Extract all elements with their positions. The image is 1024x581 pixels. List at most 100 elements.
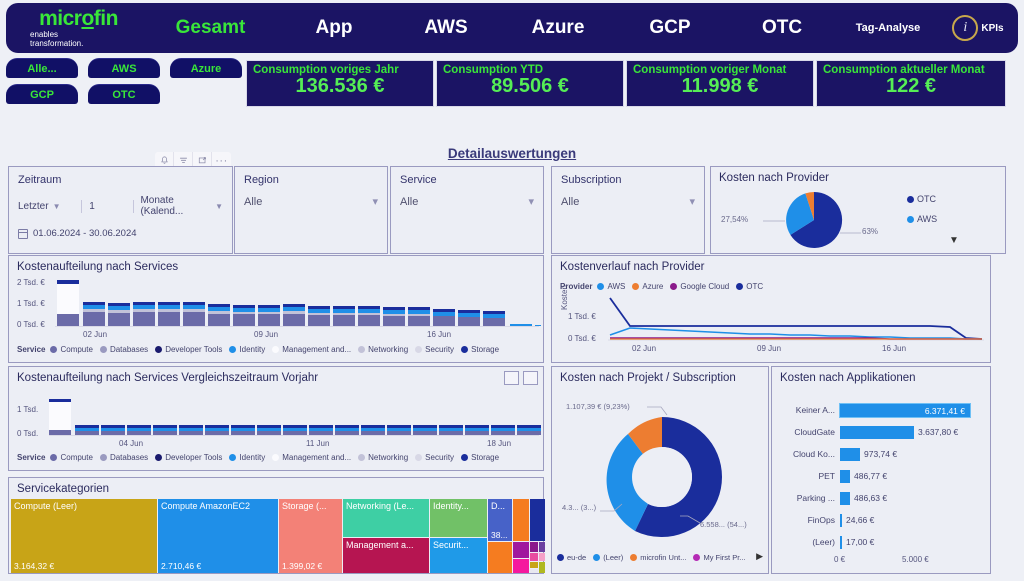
nav-item-gesamt[interactable]: Gesamt	[143, 13, 278, 43]
legend-item-storage[interactable]: Storage	[461, 453, 499, 462]
legend-item-azure[interactable]: Azure	[632, 282, 663, 291]
legend-item-aws[interactable]: AWS	[597, 282, 625, 291]
chevron-right-icon[interactable]: ▶	[756, 551, 763, 562]
pill-aws[interactable]: AWS	[88, 58, 160, 78]
legend-title: Service	[17, 453, 46, 462]
legend-item-compute[interactable]: Compute	[50, 345, 93, 354]
pill-alle[interactable]: Alle...	[6, 58, 78, 78]
nav-item-gcp[interactable]: GCP	[614, 13, 726, 43]
donut-leader-eu-de	[680, 515, 701, 524]
treemap-cell-compute-amazonec2[interactable]: Compute AmazonEC2 2.710,46 €	[158, 499, 278, 573]
region-select[interactable]: Alle ▾	[244, 195, 378, 209]
legend-item-microfin[interactable]: microfin Unt...	[630, 553, 686, 562]
nav-item-otc[interactable]: OTC	[726, 13, 838, 43]
filter-card-zeitraum[interactable]: Zeitraum Letzter ▼ 1 Monate (Kalend... ▼…	[8, 166, 233, 254]
treemap-cell-small-8[interactable]	[530, 553, 538, 561]
legend-label: My First Pr...	[703, 553, 746, 562]
provider-line-chart[interactable]	[608, 296, 984, 341]
treemap-cell-small-9[interactable]	[530, 562, 538, 568]
treemap-cell-small-11[interactable]	[539, 553, 545, 561]
filter-card-region[interactable]: Region Alle ▾	[234, 166, 388, 254]
legend-label: Security	[425, 453, 455, 462]
app-value: 3.637,80 €	[918, 427, 959, 437]
legend-item-developer-tools[interactable]: Developer Tools	[155, 345, 222, 354]
app-value: 486,63 €	[854, 493, 888, 503]
treemap-cell-small-10[interactable]	[530, 569, 538, 573]
vorjahr-stacked-bar-chart[interactable]	[49, 397, 541, 436]
legend-item-identity[interactable]: Identity	[229, 453, 265, 462]
legend-item-networking[interactable]: Networking	[358, 345, 408, 354]
app-row-cloudgate[interactable]: CloudGate 3.637,80 €	[778, 425, 988, 439]
treemap-cell-compute-leer[interactable]: Compute (Leer) 3.164,32 €	[11, 499, 157, 573]
pill-otc[interactable]: OTC	[88, 84, 160, 104]
treemap-cell-identity[interactable]: Identity...	[430, 499, 487, 537]
app-row-keiner[interactable]: Keiner A... 6.371,41 €	[778, 402, 988, 418]
zeitraum-count-input[interactable]: 1	[89, 201, 125, 212]
legend-item-databases[interactable]: Databases	[99, 453, 148, 462]
legend-swatch	[272, 346, 280, 353]
kpi-card-voriger-monat[interactable]: Consumption voriger Monat 11.998 €	[626, 60, 814, 107]
treemap-cell-small-2[interactable]	[513, 499, 529, 541]
treemap-cell-security[interactable]: Securit...	[430, 538, 487, 573]
legend-item-security[interactable]: Security	[415, 345, 454, 354]
legend-item-management[interactable]: Management and...	[272, 453, 351, 462]
treemap-cell-small-4[interactable]	[513, 559, 529, 573]
treemap-cell-small-6[interactable]	[530, 542, 538, 552]
nav-item-tag-analyse[interactable]: Tag-Analyse	[838, 22, 938, 34]
app-row-cloud-ko[interactable]: Cloud Ko... 973,74 €	[778, 447, 988, 461]
legend-item-leer[interactable]: (Leer)	[593, 553, 623, 562]
legend-item-google-cloud[interactable]: Google Cloud	[670, 282, 729, 291]
legend-item-databases[interactable]: Databases	[99, 345, 148, 354]
service-select[interactable]: Alle ▾	[400, 195, 534, 209]
services-stacked-bar-chart[interactable]	[55, 280, 541, 327]
treemap-cell-d[interactable]: D... 38...	[488, 499, 512, 541]
filter-card-service[interactable]: Service Alle ▾	[390, 166, 544, 254]
more-options-icon[interactable]	[523, 371, 538, 385]
legend-item-networking[interactable]: Networking	[358, 453, 408, 462]
legend-item-developer-tools[interactable]: Developer Tools	[155, 453, 222, 462]
treemap-cell-storage[interactable]: Storage (... 1.399,02 €	[279, 499, 342, 573]
panel-kosten-nach-provider: Kosten nach Provider 27,54% 63% OTC AWS …	[710, 166, 1006, 254]
app-row-leer[interactable]: (Leer) 17,00 €	[778, 535, 988, 549]
app-row-pet[interactable]: PET 486,77 €	[778, 469, 988, 483]
legend-swatch	[99, 346, 107, 353]
treemap-cell-small-1[interactable]	[488, 542, 512, 573]
pie-legend-item-otc[interactable]: OTC	[907, 194, 936, 204]
kpi-card-aktueller-monat[interactable]: Consumption aktueller Monat 122 €	[816, 60, 1006, 107]
legend-item-storage[interactable]: Storage	[461, 345, 499, 354]
pie-legend-item-aws[interactable]: AWS	[907, 214, 937, 224]
brand-logo[interactable]: microfin enables transformation.	[6, 8, 143, 49]
nav-item-app[interactable]: App	[278, 13, 390, 43]
kpi-card-voriges-jahr[interactable]: Consumption voriges Jahr 136.536 €	[246, 60, 434, 107]
kpi-nav-group[interactable]: i KPIs	[938, 15, 1018, 41]
kpi-card-ytd[interactable]: Consumption YTD 89.506 €	[436, 60, 624, 107]
legend-label: Networking	[368, 453, 409, 462]
nav-item-aws[interactable]: AWS	[390, 13, 502, 43]
legend-item-compute[interactable]: Compute	[50, 453, 93, 462]
legend-item-eu-de[interactable]: eu-de	[557, 553, 586, 562]
treemap-cell-management[interactable]: Management a...	[343, 538, 429, 573]
zeitraum-relation-select[interactable]: Letzter ▼	[18, 201, 74, 212]
legend-item-management[interactable]: Management and...	[272, 345, 351, 354]
treemap-cell-small-12[interactable]	[539, 562, 545, 573]
pill-gcp[interactable]: GCP	[6, 84, 78, 104]
filter-card-subscription[interactable]: Subscription Alle ▾	[551, 166, 705, 254]
chevron-down-icon[interactable]: ▼	[949, 235, 959, 246]
panel-kostenverlauf-provider: Kostenverlauf nach Provider Provider AWS…	[551, 255, 991, 363]
treemap-cell-small-7[interactable]	[539, 542, 545, 552]
nav-item-azure[interactable]: Azure	[502, 13, 614, 43]
legend-item-identity[interactable]: Identity	[229, 345, 265, 354]
legend-item-security[interactable]: Security	[415, 453, 454, 462]
app-row-finops[interactable]: FinOps 24,66 €	[778, 513, 988, 527]
focus-mode-icon[interactable]	[504, 371, 519, 385]
treemap-cell-networking[interactable]: Networking (Le...	[343, 499, 429, 537]
app-row-parking[interactable]: Parking ... 486,63 €	[778, 491, 988, 505]
provider-pie-chart[interactable]	[783, 189, 845, 251]
pill-azure[interactable]: Azure	[170, 58, 242, 78]
subscription-select[interactable]: Alle ▾	[561, 195, 695, 209]
legend-item-otc[interactable]: OTC	[736, 282, 763, 291]
treemap-cell-small-3[interactable]	[513, 542, 529, 558]
legend-item-my-first-project[interactable]: My First Pr...	[693, 553, 746, 562]
zeitraum-unit-select[interactable]: Monate (Kalend... ▼	[140, 195, 223, 217]
treemap-cell-small-5[interactable]	[530, 499, 545, 541]
